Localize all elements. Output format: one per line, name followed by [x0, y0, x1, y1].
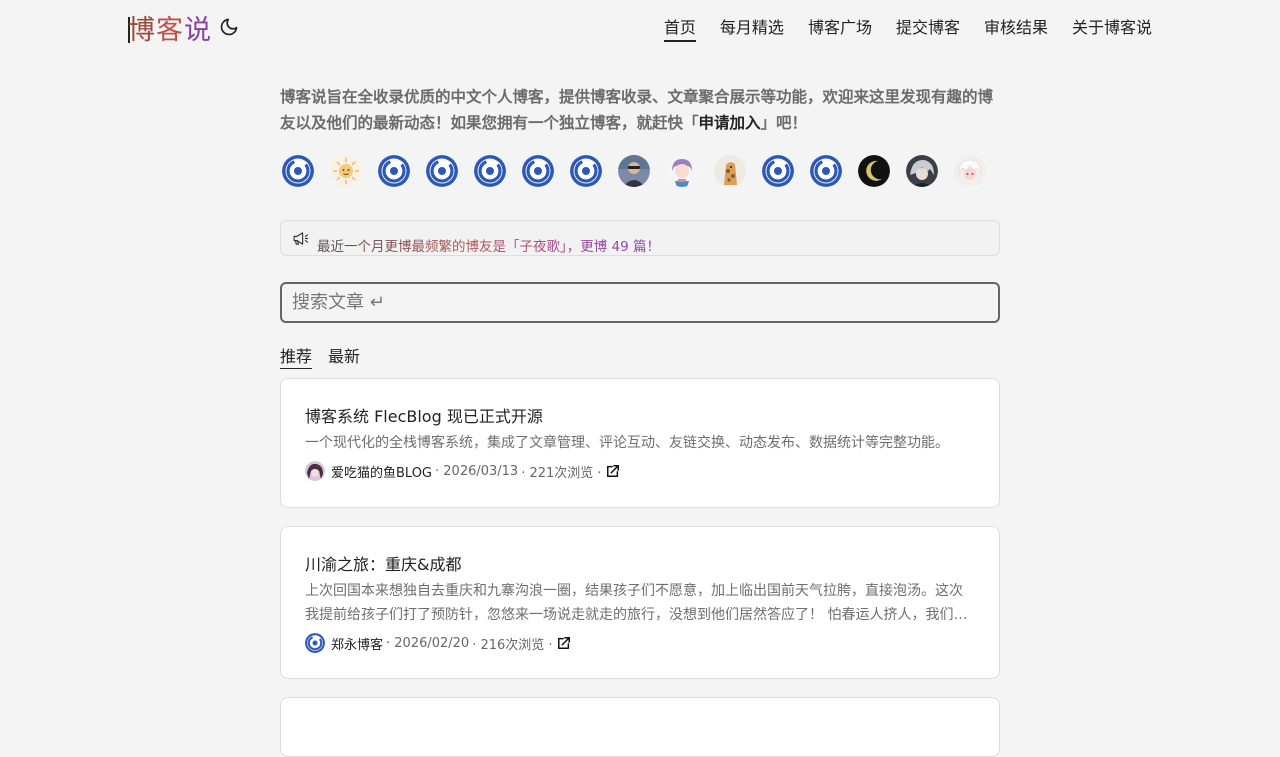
blogger-avatar-1[interactable] — [282, 155, 314, 187]
blogger-avatar-10[interactable] — [714, 155, 746, 187]
article-date: · 2026/02/20 — [386, 635, 470, 651]
blogger-avatar-9[interactable] — [666, 155, 698, 187]
nav-monthly-picks[interactable]: 每月精选 — [720, 14, 784, 42]
article-title[interactable]: 川渝之旅：重庆&成都 — [305, 551, 975, 575]
blogger-avatar-11[interactable] — [762, 155, 794, 187]
nav-home[interactable]: 首页 — [663, 14, 696, 42]
search-input[interactable] — [280, 282, 1000, 323]
logo-char-3: 说 — [184, 15, 212, 46]
main-nav: 首页 每月精选 博客广场 提交博客 审核结果 关于博客说 — [663, 14, 1152, 42]
nav-review-results[interactable]: 审核结果 — [984, 14, 1048, 42]
blogger-avatar-7[interactable] — [570, 155, 602, 187]
article-meta: 爱吃猫的鱼BLOG · 2026/03/13 · 221次浏览 · — [305, 461, 975, 481]
logo-char-1: 博 — [128, 15, 156, 46]
blogger-avatar-3[interactable] — [378, 155, 410, 187]
article-views: · 216次浏览 · — [472, 637, 553, 653]
article-meta: 郑永博客 · 2026/02/20 · 216次浏览 · — [305, 633, 975, 653]
tab-recommended[interactable]: 推荐 — [280, 343, 313, 369]
share-icon[interactable] — [606, 464, 620, 478]
blogger-avatar-14[interactable] — [906, 155, 938, 187]
site-logo[interactable]: 博客说 — [128, 8, 212, 47]
article-views: · 221次浏览 · — [521, 465, 602, 481]
apply-join-link[interactable]: 申请加入 — [699, 114, 761, 132]
site-header: 博客说 首页 每月精选 博客广场 提交博客 审核结果 关于博客说 — [0, 0, 1280, 56]
moon-icon[interactable] — [219, 17, 239, 37]
nav-blog-square[interactable]: 博客广场 — [808, 14, 872, 42]
article-card[interactable]: 博客系统 FlecBlog 现已正式开源 一个现代化的全栈博客系统，集成了文章管… — [280, 378, 1000, 508]
article-tabs: 推荐 最新 — [280, 343, 360, 369]
article-date: · 2026/03/13 — [435, 463, 519, 479]
article-summary: 一个现代化的全栈博客系统，集成了文章管理、评论互动、友链交换、动态发布、数据统计… — [305, 435, 949, 451]
nav-about[interactable]: 关于博客说 — [1072, 14, 1152, 42]
blogger-avatar-15[interactable] — [954, 155, 986, 187]
article-summary: 上次回国本来想独自去重庆和九寨沟浪一圈，结果孩子们不愿意，加上临出国前天气拉胯，… — [305, 583, 963, 623]
author-name[interactable]: 郑永博客 — [331, 634, 383, 653]
blogger-avatar-2[interactable] — [330, 155, 362, 187]
author-avatar[interactable] — [305, 633, 325, 653]
notice-text: 最近一个月更博最频繁的博友是「子夜歌」，更博 49 篇！ — [317, 235, 660, 255]
blogger-avatar-6[interactable] — [522, 155, 554, 187]
intro-text-before: 博客说旨在全收录优质的中文个人博客，提供博客收录、文章聚合展示等功能，欢迎来这里… — [280, 88, 994, 132]
article-card[interactable]: 川渝之旅：重庆&成都 上次回国本来想独自去重庆和九寨沟浪一圈，结果孩子们不愿意，… — [280, 526, 1000, 679]
intro-text-after: 」吧！ — [760, 114, 808, 132]
author-name[interactable]: 爱吃猫的鱼BLOG — [331, 462, 432, 481]
article-title[interactable]: 博客系统 FlecBlog 现已正式开源 — [305, 403, 975, 427]
blogger-avatar-row — [282, 155, 986, 187]
logo-char-2: 客 — [156, 15, 184, 46]
article-card[interactable] — [280, 697, 1000, 757]
tab-latest[interactable]: 最新 — [328, 343, 360, 369]
blogger-avatar-12[interactable] — [810, 155, 842, 187]
megaphone-icon — [293, 232, 309, 245]
share-icon[interactable] — [557, 636, 571, 650]
blogger-avatar-5[interactable] — [474, 155, 506, 187]
notice-banner: 最近一个月更博最频繁的博友是「子夜歌」，更博 49 篇！ — [280, 220, 1000, 256]
blogger-avatar-4[interactable] — [426, 155, 458, 187]
nav-submit-blog[interactable]: 提交博客 — [896, 14, 960, 42]
author-avatar[interactable] — [305, 461, 325, 481]
blogger-avatar-8[interactable] — [618, 155, 650, 187]
blogger-avatar-13[interactable] — [858, 155, 890, 187]
intro-text: 博客说旨在全收录优质的中文个人博客，提供博客收录、文章聚合展示等功能，欢迎来这里… — [280, 84, 1000, 136]
